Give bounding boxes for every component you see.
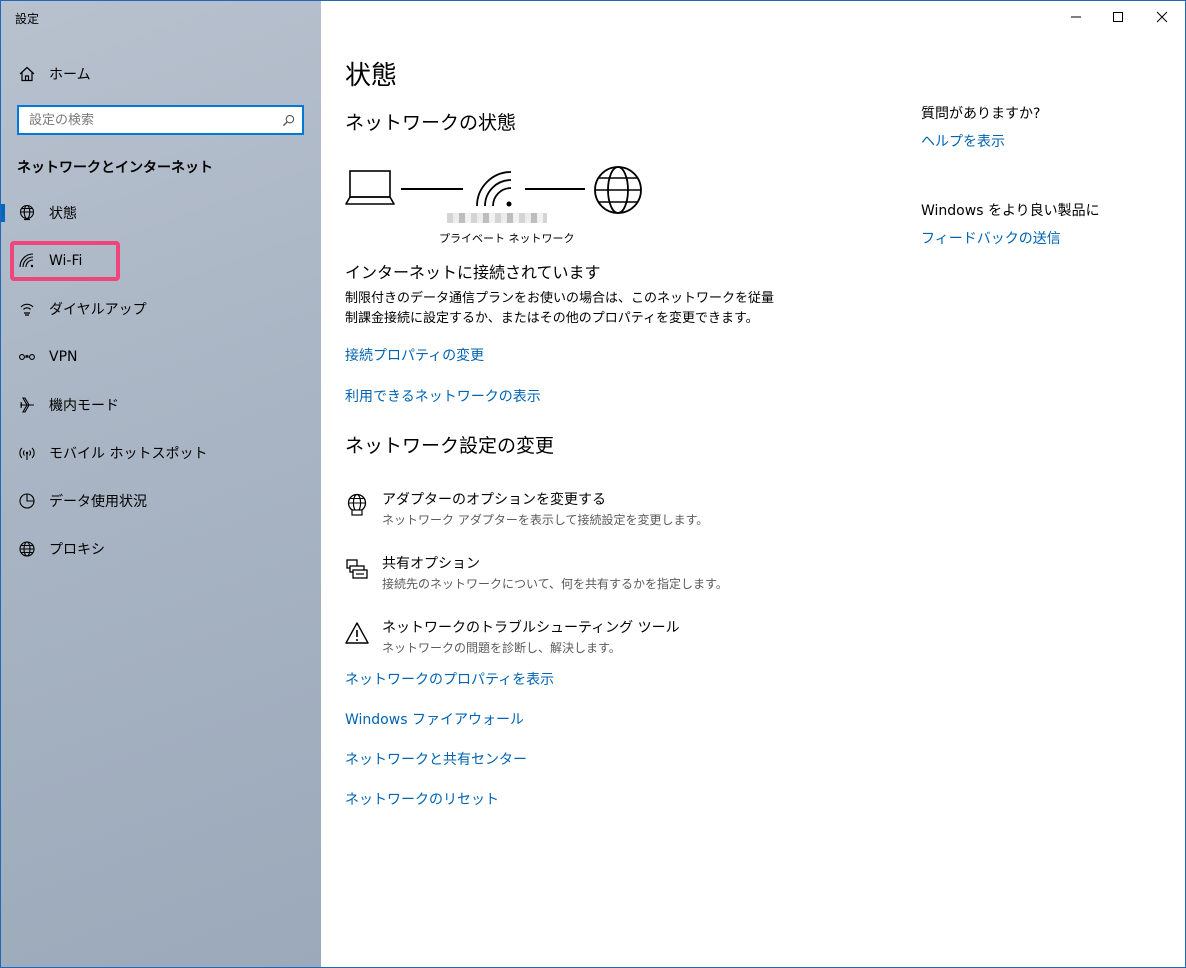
change-settings-heading: ネットワーク設定の変更 (345, 435, 555, 457)
sidebar-item-airplane[interactable]: 機内モード (1, 385, 321, 425)
laptop-icon (345, 169, 395, 211)
network-reset-link[interactable]: ネットワークのリセット (345, 789, 499, 809)
network-sharing-center-link[interactable]: ネットワークと共有センター (345, 749, 527, 769)
windows-firewall-link[interactable]: Windows ファイアウォール (345, 709, 524, 729)
search-input[interactable] (19, 112, 274, 128)
sidebar-item-label: ホーム (49, 67, 91, 83)
network-properties-link[interactable]: ネットワークのプロパティを表示 (345, 669, 554, 689)
help-question: 質問がありますか? (921, 106, 1041, 122)
sidebar-item-label: Wi-Fi (49, 253, 83, 269)
network-status-heading: ネットワークの状態 (345, 112, 517, 134)
connected-desc-line2: 制課金接続に設定するか、またはその他のプロパティを変更できます。 (345, 311, 759, 326)
option-title: アダプターのオプションを変更する (382, 492, 606, 508)
option-title: 共有オプション (382, 556, 480, 572)
search-box[interactable] (17, 105, 304, 135)
search-icon[interactable] (274, 114, 302, 127)
option-desc: ネットワーク アダプターを表示して接続設定を変更します。 (382, 513, 709, 527)
sidebar-item-label: 状態 (49, 206, 77, 222)
sidebar-section-title: ネットワークとインターネット (17, 160, 213, 176)
sidebar-item-label: ダイヤルアップ (49, 302, 147, 318)
sidebar-item-vpn[interactable]: VPN (1, 337, 321, 377)
airplane-icon (17, 395, 37, 415)
globe-status-icon (17, 203, 37, 223)
sharing-options-item[interactable]: 共有オプション 接続先のネットワークについて、何を共有するかを指定します。 (345, 553, 845, 601)
sidebar-item-proxy[interactable]: プロキシ (1, 529, 321, 569)
show-available-networks-link[interactable]: 利用できるネットワークの表示 (345, 386, 541, 406)
troubleshooter-item[interactable]: ネットワークのトラブルシューティング ツール ネットワークの問題を診断し、解決し… (345, 617, 845, 665)
sidebar: 設定 ホーム ネットワークとインターネット 状態 Wi-Fi (1, 1, 321, 967)
page-title: 状態 (345, 61, 398, 91)
option-title: ネットワークのトラブルシューティング ツール (382, 620, 680, 636)
sidebar-item-label: VPN (49, 349, 78, 365)
sidebar-item-label: 機内モード (49, 398, 119, 414)
feedback-prompt: Windows をより良い製品に (921, 203, 1100, 219)
sidebar-item-label: データ使用状況 (49, 494, 147, 510)
connected-title: インターネットに接続されています (345, 263, 601, 282)
connection-line (525, 188, 585, 190)
network-type-label: プライベート ネットワーク (439, 232, 575, 245)
window-title: 設定 (15, 12, 40, 26)
maximize-icon (1112, 8, 1124, 27)
option-desc: 接続先のネットワークについて、何を共有するかを指定します。 (382, 577, 728, 591)
help-link[interactable]: ヘルプを表示 (921, 131, 1005, 151)
option-desc: ネットワークの問題を診断し、解決します。 (382, 641, 621, 655)
home-icon (17, 64, 37, 84)
sidebar-item-label: プロキシ (49, 542, 105, 558)
connection-line (401, 188, 463, 190)
hotspot-icon (17, 443, 37, 463)
dialup-icon (17, 299, 37, 319)
maximize-button[interactable] (1095, 1, 1141, 33)
network-name-redacted (447, 213, 547, 223)
sharing-icon (345, 557, 369, 581)
active-indicator (1, 204, 5, 222)
minimize-button[interactable] (1053, 1, 1099, 33)
close-icon (1156, 8, 1168, 27)
sidebar-item-dialup[interactable]: ダイヤルアップ (1, 289, 321, 329)
sidebar-item-home[interactable]: ホーム (1, 54, 321, 94)
settings-window: 設定 ホーム ネットワークとインターネット 状態 Wi-Fi (0, 0, 1186, 968)
sidebar-item-data-usage[interactable]: データ使用状況 (1, 481, 321, 521)
connected-desc-line1: 制限付きのデータ通信プランをお使いの場合は、このネットワークを従量 (345, 291, 775, 306)
sidebar-item-hotspot[interactable]: モバイル ホットスポット (1, 433, 321, 473)
data-usage-icon (17, 491, 37, 511)
wifi-signal-icon (473, 168, 517, 212)
change-connection-properties-link[interactable]: 接続プロパティの変更 (345, 345, 484, 365)
sidebar-item-wifi[interactable]: Wi-Fi (1, 241, 321, 281)
warning-icon (345, 621, 369, 645)
adapter-icon (345, 493, 369, 517)
close-button[interactable] (1139, 1, 1185, 33)
wifi-icon (17, 251, 37, 271)
minimize-icon (1070, 8, 1082, 27)
feedback-link[interactable]: フィードバックの送信 (921, 228, 1061, 248)
internet-globe-icon (593, 165, 643, 219)
adapter-options-item[interactable]: アダプターのオプションを変更する ネットワーク アダプターを表示して接続設定を変… (345, 489, 845, 537)
vpn-icon (17, 347, 37, 367)
sidebar-item-status[interactable]: 状態 (1, 193, 321, 233)
globe-icon (17, 539, 37, 559)
sidebar-item-label: モバイル ホットスポット (49, 446, 208, 462)
